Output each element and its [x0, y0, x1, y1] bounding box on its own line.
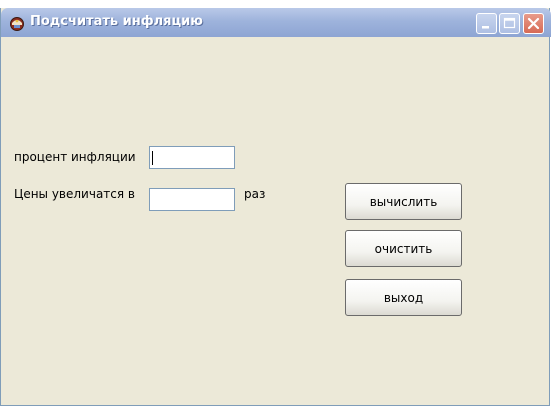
minimize-icon: [482, 26, 489, 29]
window-title: Подсчитать инфляцию: [30, 14, 203, 29]
close-button[interactable]: [523, 13, 544, 34]
percent-label: процент инфляции: [14, 150, 136, 164]
percent-input[interactable]: [149, 146, 235, 169]
exit-button[interactable]: выход: [345, 279, 462, 316]
clear-button[interactable]: очистить: [345, 230, 462, 267]
result-field[interactable]: [149, 188, 235, 211]
text-cursor: [152, 151, 153, 165]
calculate-button[interactable]: вычислить: [345, 183, 462, 220]
close-icon: [527, 17, 540, 30]
maximize-button[interactable]: [499, 13, 520, 34]
times-label: раз: [244, 187, 266, 201]
prices-label: Цены увеличатся в: [14, 187, 135, 201]
main-window: Подсчитать инфляцию процент инфляции Цен…: [0, 8, 551, 406]
app-icon[interactable]: [9, 15, 25, 31]
maximize-icon: [503, 17, 516, 29]
minimize-button[interactable]: [476, 13, 497, 34]
title-bar[interactable]: Подсчитать инфляцию: [1, 8, 551, 37]
